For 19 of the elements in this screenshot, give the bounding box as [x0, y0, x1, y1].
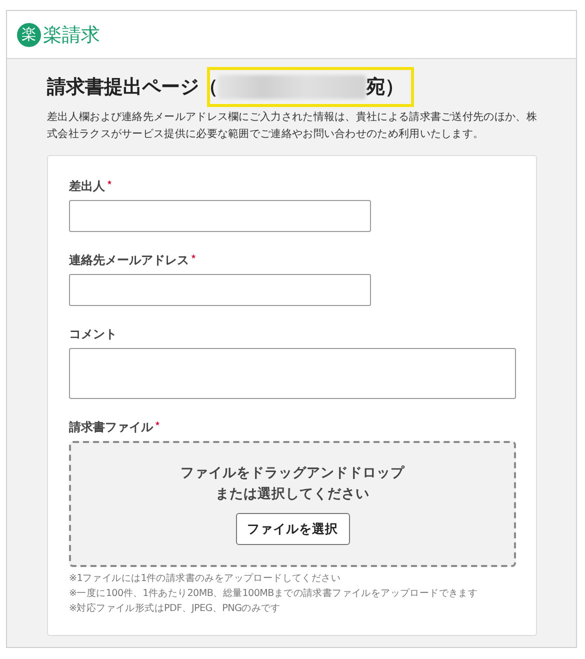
logo-text: 楽請求 — [43, 22, 100, 48]
logo-mark-icon: 楽 — [17, 22, 41, 46]
drop-prompt-text: ファイルをドラッグアンドドロップ — [180, 464, 404, 483]
upload-note: ※一度に100件、1件あたり20MB、総量100MBまでの請求書ファイルをアップロードできます — [69, 587, 479, 601]
upload-note: ※1ファイルには1件の請求書のみをアップロードしてください — [69, 572, 342, 586]
drop-prompt-text: または選択してください — [216, 485, 370, 504]
text-field[interactable] — [69, 274, 371, 306]
file-drop-zone[interactable]: ファイルをドラッグアンドドロップ または選択してください ファイルを選択 — [69, 441, 516, 567]
page-title-suffix: 宛） — [366, 75, 404, 100]
field-label: 連絡先メールアドレス — [69, 252, 189, 269]
comment-field[interactable] — [69, 348, 516, 399]
field-label: 差出人 — [69, 178, 105, 195]
field-label: コメント — [69, 326, 117, 343]
upload-note: ※対応ファイル形式はPDF、JPEG、PNGのみです — [69, 602, 282, 616]
notice-text: 差出人欄および連絡先メールアドレス欄にご入力された情報は、貴社による請求書ご送付先のほか、株式会社ラクスがサービス提供に必要な範囲でご連絡やお問い合わせのため利用いたします。 — [47, 110, 538, 142]
choose-file-button[interactable]: ファイルを選択 — [236, 513, 350, 545]
field-label: 請求書ファイル — [69, 419, 153, 436]
page-title: 請求書提出ページ（ — [47, 75, 218, 100]
text-field[interactable] — [69, 200, 371, 232]
